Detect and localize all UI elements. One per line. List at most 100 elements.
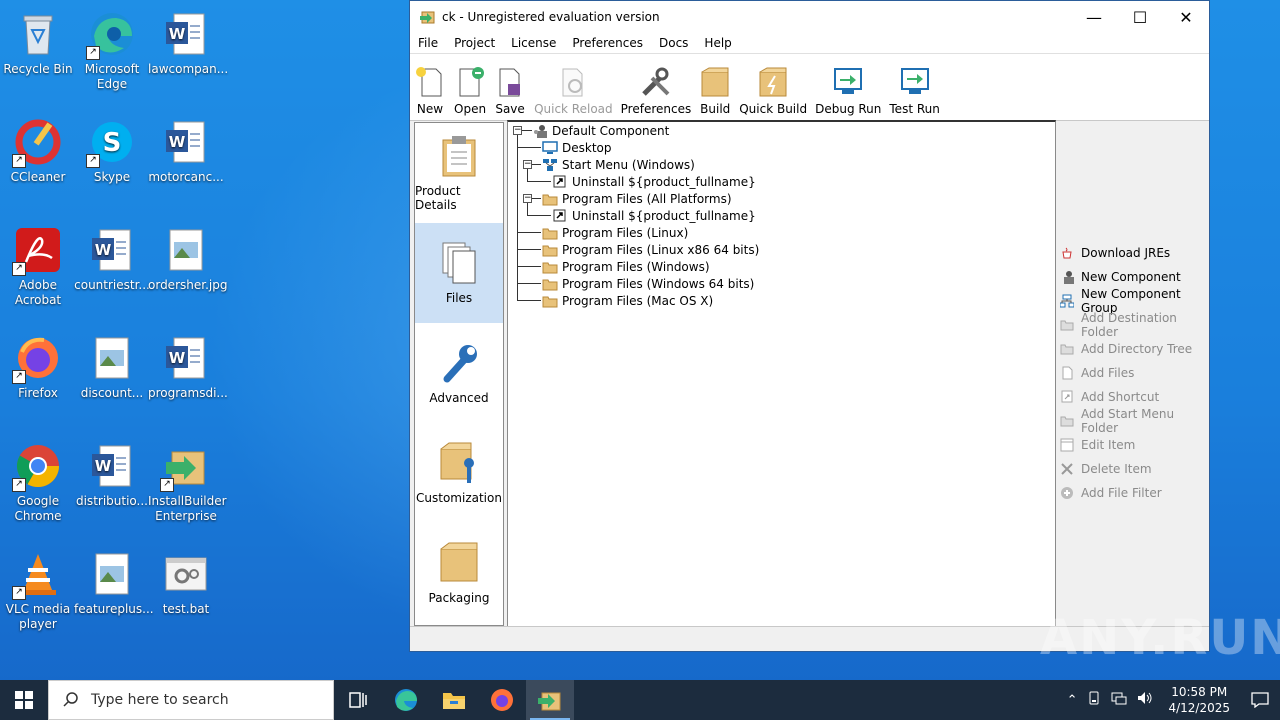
taskbar-search[interactable]: Type here to search [48,680,334,720]
nav-product-details[interactable]: Product Details [415,123,503,223]
tree-connector [517,283,541,284]
nav-customization[interactable]: Customization [415,423,503,523]
action-label: Edit Item [1081,438,1136,452]
build-button[interactable]: Build [699,66,731,120]
menu-preferences[interactable]: Preferences [564,36,651,50]
desktop-icon-discount[interactable]: discount... [74,330,150,401]
menu-project[interactable]: Project [446,36,503,50]
collapse-toggle[interactable]: − [523,160,532,169]
taskbar-firefox[interactable] [478,680,526,720]
taskbar-file-explorer[interactable] [430,680,478,720]
image-file-icon [88,334,136,382]
test-run-icon [899,66,931,98]
add-start-menu-folder-action[interactable]: Add Start Menu Folder [1060,407,1210,435]
desktop-icon-countriestr[interactable]: W countriestr... [74,222,150,293]
nav-files[interactable]: Files [415,223,503,323]
notification-button[interactable] [1240,680,1280,720]
desktop-icon-label: test.bat [162,602,210,616]
desktop-icon-label: discount... [80,386,144,400]
save-button[interactable]: Save [494,66,526,120]
device-icon[interactable] [1087,691,1101,709]
open-button[interactable]: Open [454,66,486,120]
desktop-icon-skype[interactable]: S ↗ Skype [74,114,150,185]
desktop-icon-adobe-acrobat[interactable]: ↗ Adobe Acrobat [0,222,76,308]
acrobat-icon: ↗ [12,226,62,276]
desktop-icon-lawcompan[interactable]: W lawcompan... [148,6,228,77]
add-directory-tree-action[interactable]: Add Directory Tree [1060,337,1210,361]
desktop-icon-label: ordersher.jpg [148,278,228,292]
test-run-button[interactable]: Test Run [889,66,940,120]
tree-node-program-files-windows[interactable]: Program Files (Windows) [542,258,710,275]
menu-file[interactable]: File [410,36,446,50]
quick-build-button[interactable]: Quick Build [739,66,807,120]
tree-node-program-files-linux[interactable]: Program Files (Linux) [542,224,688,241]
new-component-group-action[interactable]: New Component Group [1060,287,1210,315]
desktop-icon-google-chrome[interactable]: ↗ Google Chrome [0,438,76,524]
debug-run-button[interactable]: Debug Run [815,66,881,120]
desktop-icon-firefox[interactable]: ↗ Firefox [0,330,76,401]
tree-node-program-files-windows-64[interactable]: Program Files (Windows 64 bits) [542,275,754,292]
menu-license[interactable]: License [503,36,564,50]
tree-node-label: Uninstall ${product_fullname} [572,174,756,189]
tree-node-program-files-macos[interactable]: Program Files (Mac OS X) [542,292,713,309]
desktop-icon-programsdi[interactable]: W programsdi... [148,330,228,401]
desktop-icon-label: Firefox [18,386,58,400]
menu-docs[interactable]: Docs [651,36,696,50]
taskbar-edge[interactable] [382,680,430,720]
quick-reload-button[interactable]: Quick Reload [534,66,613,120]
chevron-up-icon[interactable]: ⌃ [1067,693,1078,708]
toolbar: New Open Save Quick Reload Preferences B… [410,54,1209,121]
nav-advanced[interactable]: Advanced [415,323,503,423]
tree-node-program-files-all[interactable]: Program Files (All Platforms) [542,190,732,207]
notification-icon [1251,692,1269,708]
desktop-icon-label: VLC media player [5,602,71,631]
add-file-filter-action[interactable]: Add File Filter [1060,481,1210,505]
shortcut-icon [553,175,566,187]
desktop-icon-vlc[interactable]: ↗ VLC media player [0,546,76,632]
desktop-icon-installbuilder[interactable]: ↗ InstallBuilder Enterprise [148,438,227,524]
desktop-icon-motorcanc[interactable]: W motorcanc... [148,114,224,185]
delete-item-action[interactable]: Delete Item [1060,457,1210,481]
quick-build-label: Quick Build [739,102,808,116]
add-destination-folder-action[interactable]: Add Destination Folder [1060,311,1210,339]
start-button[interactable] [0,680,48,720]
close-button[interactable]: ✕ [1163,1,1209,33]
task-view-button[interactable] [334,680,382,720]
menu-help[interactable]: Help [696,36,739,50]
desktop-icon-distributio[interactable]: W distributio... [74,438,150,509]
desktop-icon-microsoft-edge[interactable]: ↗ Microsoft Edge [74,6,150,92]
new-component-action[interactable]: New Component [1060,265,1210,289]
firefox-icon [491,689,513,711]
desktop-icon-ccleaner[interactable]: ↗ CCleaner [0,114,76,185]
new-button[interactable]: New [414,66,446,120]
edit-item-action[interactable]: Edit Item [1060,433,1210,457]
network-icon[interactable] [1111,691,1127,709]
volume-icon[interactable] [1137,691,1153,709]
collapse-toggle[interactable]: − [513,126,522,135]
minimize-button[interactable]: — [1071,1,1117,33]
collapse-toggle[interactable]: − [523,194,532,203]
download-jres-action[interactable]: Download JREs [1060,241,1210,265]
tree-node-program-files-linux-x86-64[interactable]: Program Files (Linux x86 64 bits) [542,241,759,258]
tree-node-uninstall-shortcut[interactable]: Uninstall ${product_fullname} [552,207,756,224]
tree-node-uninstall-shortcut[interactable]: Uninstall ${product_fullname} [552,173,756,190]
taskbar-installbuilder[interactable] [526,680,574,720]
title-bar[interactable]: ck - Unregistered evaluation version — ☐… [410,1,1209,33]
clock[interactable]: 10:58 PM 4/12/2025 [1168,684,1230,716]
nav-packaging[interactable]: Packaging [415,523,503,623]
component-tree: − − − Default Component Desktop Start Me… [508,122,1055,628]
add-files-action[interactable]: Add Files [1060,361,1210,385]
tree-node-default-component[interactable]: Default Component [532,122,669,139]
desktop-icon-recycle-bin[interactable]: Recycle Bin [0,6,76,77]
start-menu-icon [543,158,557,171]
desktop-icon-featureplus[interactable]: featureplus... [74,546,154,617]
tree-node-start-menu[interactable]: Start Menu (Windows) [542,156,695,173]
desktop-icon-test-bat[interactable]: test.bat [148,546,224,617]
preferences-button[interactable]: Preferences [621,66,691,120]
tree-node-desktop[interactable]: Desktop [542,139,612,156]
desktop-icon-ordersher[interactable]: ordersher.jpg [148,222,228,293]
maximize-button[interactable]: ☐ [1117,1,1163,33]
action-label: Delete Item [1081,462,1152,476]
watermark: ANY.RUN [1040,610,1280,666]
add-shortcut-action[interactable]: Add Shortcut [1060,385,1210,409]
